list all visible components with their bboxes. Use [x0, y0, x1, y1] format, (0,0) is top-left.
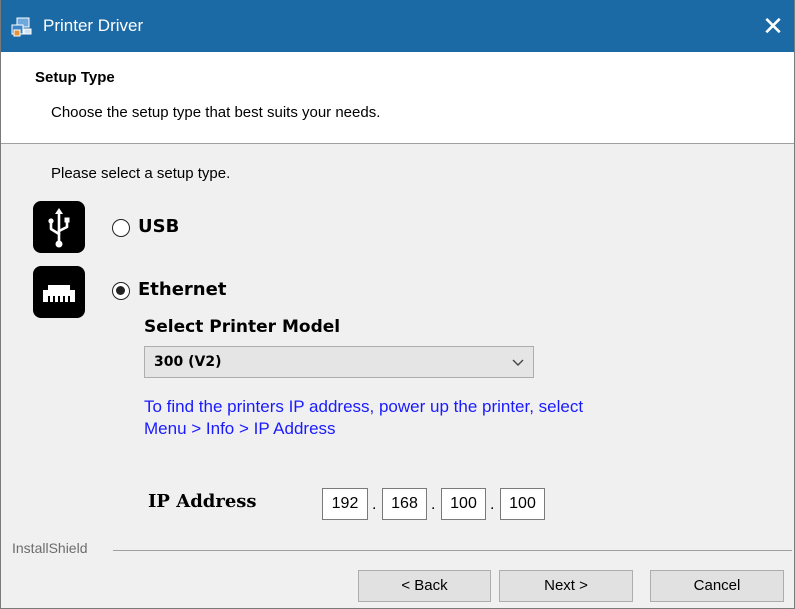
next-button[interactable]: Next > — [499, 570, 633, 602]
ethernet-option-label[interactable]: Ethernet — [138, 279, 226, 300]
ip-octet-1[interactable]: 192 — [322, 488, 368, 520]
header-title: Setup Type — [35, 69, 115, 86]
ip-hint-text: To find the printers IP address, power u… — [144, 396, 744, 440]
header-subtitle: Choose the setup type that best suits yo… — [51, 104, 381, 121]
installshield-brand: InstallShield — [12, 540, 88, 556]
ethernet-radio[interactable] — [112, 282, 130, 300]
ip-address-label: IP Address — [148, 491, 257, 512]
ethernet-icon — [33, 266, 85, 318]
printer-model-dropdown[interactable]: 300 (V2) — [144, 346, 534, 378]
printer-model-label: Select Printer Model — [144, 317, 341, 337]
ip-separator: . — [372, 496, 377, 513]
usb-radio[interactable] — [112, 219, 130, 237]
ip-separator: . — [490, 496, 495, 513]
cancel-button[interactable]: Cancel — [650, 570, 784, 602]
ip-separator: . — [431, 496, 436, 513]
ip-octet-2[interactable]: 168 — [382, 488, 427, 520]
ip-octet-3[interactable]: 100 — [441, 488, 486, 520]
chevron-down-icon — [511, 356, 525, 370]
usb-option-label[interactable]: USB — [138, 216, 179, 237]
footer-divider — [113, 550, 792, 551]
installer-window: Printer Driver ✕ Setup Type Choose the s… — [0, 0, 795, 609]
usb-icon — [33, 201, 85, 253]
ip-octet-4[interactable]: 100 — [500, 488, 545, 520]
header-panel: Setup Type Choose the setup type that be… — [1, 52, 794, 144]
printer-model-value: 300 (V2) — [154, 354, 222, 370]
back-button[interactable]: < Back — [358, 570, 491, 602]
ip-hint-line-2: Menu > Info > IP Address — [144, 419, 336, 438]
close-button[interactable]: ✕ — [758, 12, 788, 42]
setup-prompt: Please select a setup type. — [51, 165, 231, 182]
installer-icon — [11, 16, 33, 38]
window-title: Printer Driver — [43, 16, 144, 35]
ip-hint-line-1: To find the printers IP address, power u… — [144, 397, 584, 416]
title-bar[interactable]: Printer Driver ✕ — [1, 0, 794, 52]
